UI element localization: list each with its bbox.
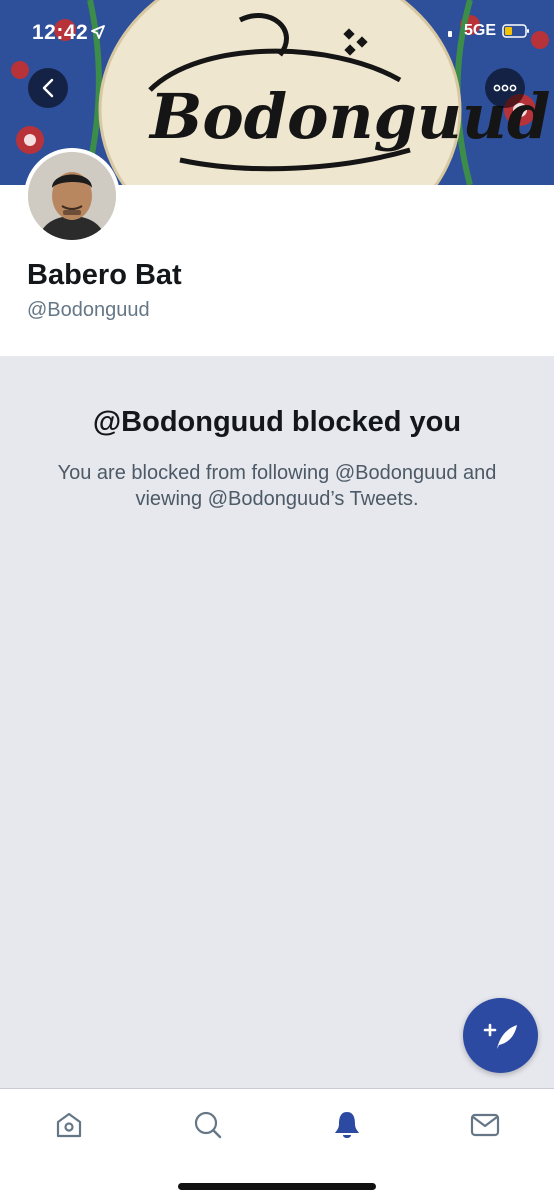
- avatar-photo: [28, 152, 116, 240]
- home-icon: [56, 1112, 82, 1138]
- blocked-title: @Bodonguud blocked you: [92, 406, 462, 438]
- status-bar: 12:42 5GE: [0, 0, 554, 60]
- signal-icon: [447, 31, 452, 37]
- compose-feather-icon: [483, 1023, 517, 1049]
- status-time: 12:42: [32, 21, 89, 44]
- tab-notifications[interactable]: [329, 1107, 365, 1143]
- display-name: Babero Bat: [27, 259, 182, 291]
- status-indicators: 5GE: [444, 22, 530, 40]
- compose-tweet-button[interactable]: [463, 998, 538, 1073]
- home-indicator[interactable]: [178, 1183, 376, 1190]
- more-options-button[interactable]: [485, 68, 525, 108]
- blocked-description: You are blocked from following @Bodonguu…: [57, 462, 497, 510]
- battery-icon: [502, 24, 529, 38]
- search-icon: [194, 1111, 222, 1139]
- more-dots-icon: [493, 84, 517, 92]
- blocked-notice: @Bodonguud blocked you You are blocked f…: [0, 356, 554, 1088]
- tab-home[interactable]: [51, 1107, 87, 1143]
- tab-search[interactable]: [190, 1107, 226, 1143]
- location-arrow-icon: [91, 25, 105, 39]
- profile-handle: @Bodonguud: [27, 299, 150, 321]
- back-button[interactable]: [28, 68, 68, 108]
- messages-envelope-icon: [470, 1113, 500, 1137]
- network-label: 5GE: [463, 22, 496, 39]
- avatar[interactable]: [24, 148, 120, 244]
- tab-messages[interactable]: [467, 1107, 503, 1143]
- notifications-bell-icon: [335, 1112, 359, 1138]
- chevron-left-icon: [42, 78, 54, 98]
